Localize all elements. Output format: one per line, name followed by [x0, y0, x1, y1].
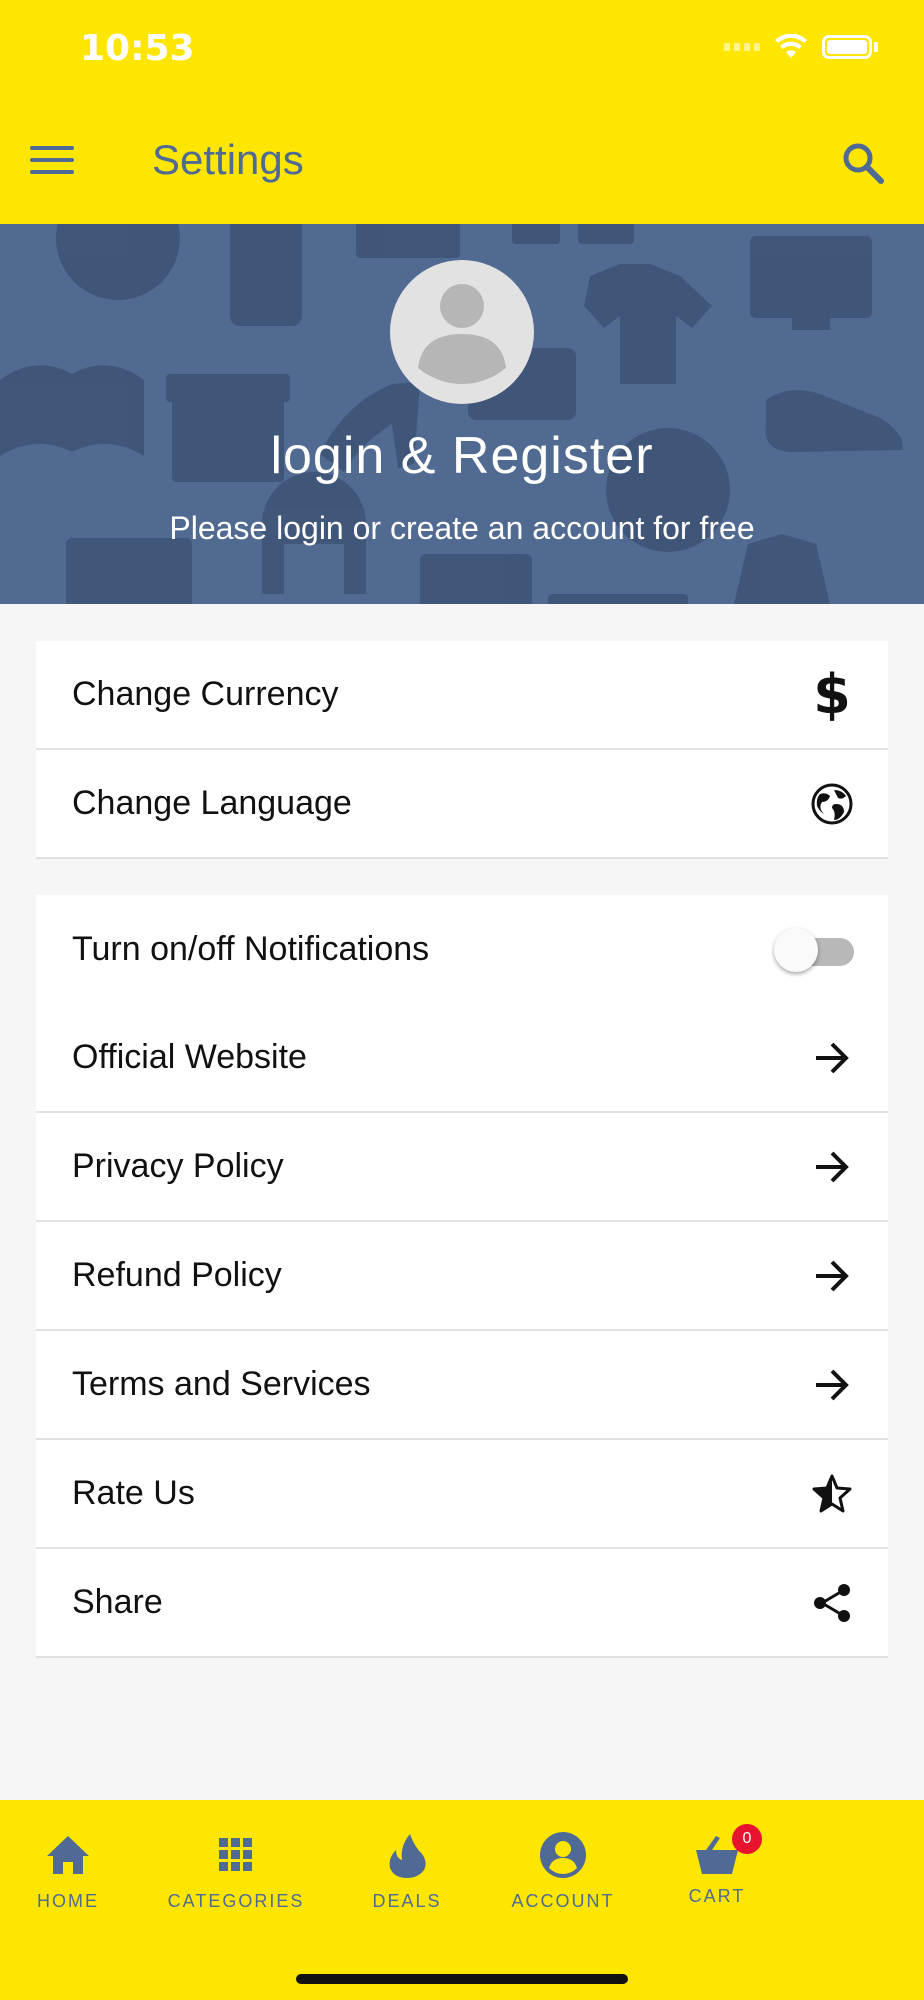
page-title: Settings	[152, 136, 304, 183]
nav-deals[interactable]: DEALS	[337, 1830, 477, 1912]
nav-label: CATEGORIES	[167, 1891, 305, 1911]
notifications-toggle[interactable]	[774, 927, 854, 972]
settings-group-general: Turn on/off Notifications Official Websi…	[36, 895, 888, 1658]
arrow-right-icon	[816, 1260, 849, 1291]
setting-refund-policy[interactable]: Refund Policy	[36, 1222, 888, 1331]
setting-label: Change Currency	[72, 675, 339, 713]
setting-change-currency[interactable]: Change Currency $	[36, 641, 888, 750]
app-bar: Settings	[0, 100, 924, 224]
settings-group-preferences: Change Currency $ Change Language	[36, 641, 888, 859]
setting-privacy-policy[interactable]: Privacy Policy	[36, 1113, 888, 1222]
hamburger-menu-icon[interactable]	[30, 142, 74, 178]
nav-cart[interactable]: 0 CART	[647, 1824, 787, 1907]
bottom-navigation: HOME CATEGORIES DEALS ACCOUNT 0 CART	[0, 1800, 924, 2000]
home-icon	[47, 1836, 89, 1874]
dollar-icon: $	[813, 662, 851, 726]
cart-count-badge: 0	[732, 1824, 762, 1854]
nav-label: HOME	[37, 1891, 99, 1911]
wifi-icon	[775, 34, 807, 58]
globe-icon	[811, 783, 853, 824]
setting-label: Privacy Policy	[72, 1147, 284, 1185]
share-icon	[814, 1583, 850, 1622]
login-register-banner[interactable]: login & Register Please login or create …	[0, 224, 924, 604]
home-indicator[interactable]	[296, 1974, 628, 1984]
setting-label: Rate Us	[72, 1474, 195, 1512]
status-time: 10:53	[80, 28, 195, 69]
setting-label: Change Language	[72, 784, 352, 822]
setting-terms-and-services[interactable]: Terms and Services	[36, 1331, 888, 1440]
setting-label: Turn on/off Notifications	[72, 930, 430, 968]
login-register-subtitle: Please login or create an account for fr…	[169, 510, 755, 546]
star-half-icon	[812, 1474, 852, 1512]
account-icon	[540, 1832, 586, 1878]
nav-label: ACCOUNT	[511, 1891, 615, 1911]
setting-notifications: Turn on/off Notifications	[36, 895, 888, 1004]
setting-label: Official Website	[72, 1038, 307, 1076]
setting-label: Refund Policy	[72, 1256, 282, 1294]
setting-change-language[interactable]: Change Language	[36, 750, 888, 859]
user-placeholder-icon	[418, 284, 506, 384]
login-register-title[interactable]: login & Register	[0, 426, 924, 486]
setting-official-website[interactable]: Official Website	[36, 1004, 888, 1113]
arrow-right-icon	[816, 1151, 849, 1182]
status-icons	[724, 34, 878, 60]
battery-icon	[822, 35, 872, 59]
setting-share[interactable]: Share	[36, 1549, 888, 1658]
avatar[interactable]	[390, 260, 534, 404]
status-bar: 10:53	[0, 0, 924, 100]
cellular-signal-icon	[724, 43, 760, 51]
nav-home[interactable]: HOME	[0, 1830, 138, 1912]
nav-categories[interactable]: CATEGORIES	[166, 1830, 306, 1912]
arrow-right-icon	[816, 1369, 849, 1400]
nav-label: DEALS	[372, 1891, 442, 1911]
setting-label: Share	[72, 1583, 163, 1621]
arrow-right-icon	[816, 1042, 849, 1073]
flame-icon	[389, 1834, 426, 1878]
setting-label: Terms and Services	[72, 1365, 371, 1403]
nav-account[interactable]: ACCOUNT	[493, 1830, 633, 1912]
search-icon[interactable]	[840, 140, 886, 186]
setting-rate-us[interactable]: Rate Us	[36, 1440, 888, 1549]
nav-label: CART	[688, 1886, 746, 1906]
grid-icon	[219, 1838, 252, 1871]
